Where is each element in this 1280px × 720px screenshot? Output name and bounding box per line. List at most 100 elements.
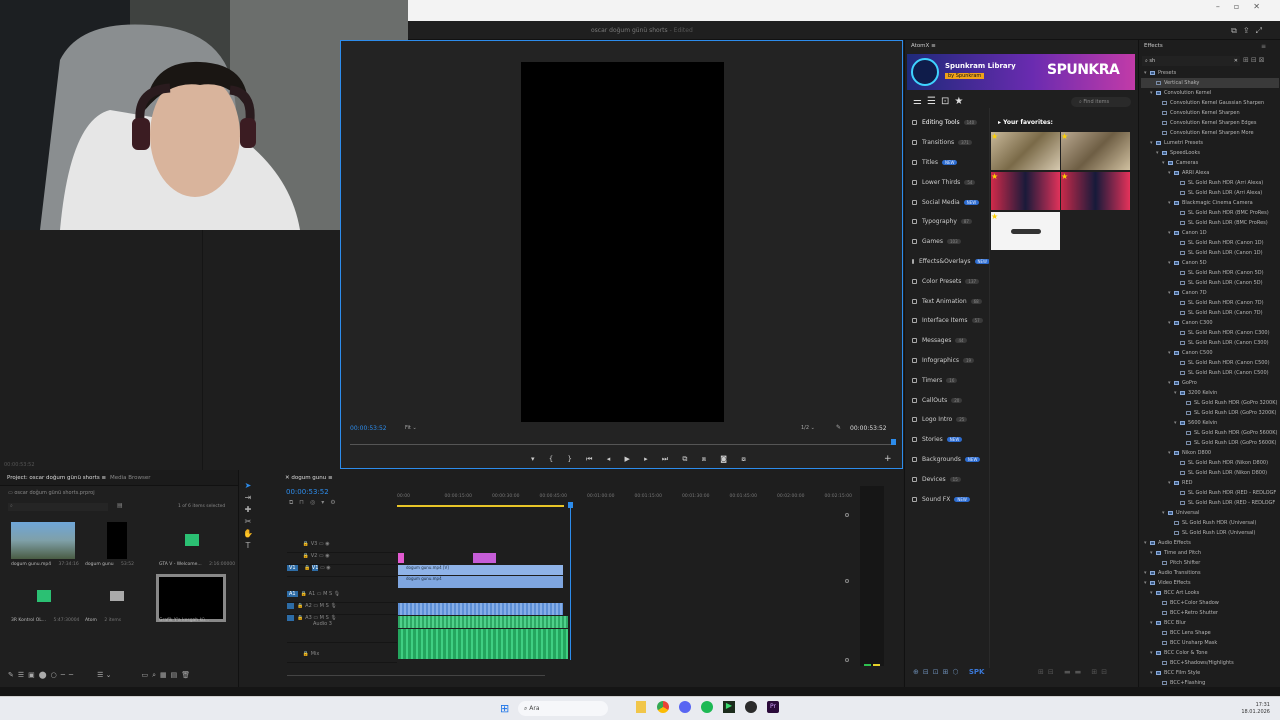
horizontal-scrollbar[interactable] [287,675,545,676]
track-v3[interactable]: 🔒 V3 ▭ ◉ [287,541,397,553]
effect-item[interactable]: SL Gold Rush HDR (Canon 7D) [1141,298,1279,308]
spotify-icon[interactable] [701,701,713,713]
marker-icon[interactable]: ▾ [531,455,537,463]
effect-item[interactable]: BCC+Flashing [1141,678,1279,687]
graphic-clip[interactable] [398,553,404,563]
video-clip-v2[interactable]: dogum gunu.mp4 [V] [398,565,563,575]
ripple-tool-icon[interactable]: ✚ [241,504,255,516]
sequence-tab[interactable]: ✕ dogum gunu ≡ [285,475,333,481]
effects-folder[interactable]: ▾ GoPro [1141,378,1279,388]
track-v1[interactable]: V1 🔒 V1 ▭ ◉ [287,565,397,577]
track-a1[interactable]: A1 🔒 A1 ▭ M S 🎙 [287,591,397,603]
effect-item[interactable]: Convolution Kernel Sharpen [1141,108,1279,118]
category-item[interactable]: Stories NEW [905,430,985,450]
category-item[interactable]: Infographics 19 [905,351,985,371]
atomx-footer-right-icons[interactable]: ⊞⊟ ▬▬ ⊞⊟ [1038,668,1111,676]
track-select-icon[interactable]: ⇥ [241,492,255,504]
effect-item[interactable]: Pitch Shifter [1141,558,1279,568]
atomx-tab[interactable]: AtomX ≡ [911,43,936,49]
effect-item[interactable]: BCC+Color Shadow [1141,598,1279,608]
effect-item[interactable]: SL Gold Rush LDR (Canon 5D) [1141,278,1279,288]
effects-filter-icons[interactable]: ⊞⊟⊠ [1243,56,1267,64]
category-item[interactable]: Sound FX NEW [905,489,985,509]
timeline-tool-icons[interactable]: ⧉⊓◎▾⚙ [289,499,342,507]
category-item[interactable]: Interface Items 57 [905,311,985,331]
resolution-dropdown[interactable]: 1/2 ⌄ [801,425,815,431]
category-item[interactable]: Social Media NEW [905,192,985,212]
project-item-thumbnail[interactable] [11,522,75,559]
track-v2[interactable]: 🔒 V2 ▭ ◉ [287,553,397,565]
program-timecode[interactable]: 00:00:53:52 [350,425,387,432]
effect-item[interactable]: BCC Unsharp Mask [1141,638,1279,648]
effect-item[interactable]: SL Gold Rush LDR (Canon 7D) [1141,308,1279,318]
effect-item[interactable]: SL Gold Rush LDR (Arri Alexa) [1141,188,1279,198]
hand-tool-icon[interactable]: ✋ [241,528,255,540]
category-item[interactable]: Titles NEW [905,153,985,173]
add-button-icon[interactable]: + [884,454,892,464]
effects-folder[interactable]: ▾ Blackmagic Cinema Camera [1141,198,1279,208]
window-controls[interactable]: –▫✕ [1216,2,1274,11]
project-tab[interactable]: Project: oscar doğum günü shorts ≡ [7,475,106,481]
favorite-item[interactable]: ★ [991,212,1060,250]
effects-folder[interactable]: ▾ BCC Color & Tone [1141,648,1279,658]
import-icon[interactable]: ⊡ [941,96,954,107]
effects-folder[interactable]: ▾ Convolution Kernel [1141,88,1279,98]
media-browser-tab[interactable]: Media Browser [110,475,151,481]
project-item-thumbnail[interactable] [85,578,149,615]
effect-item[interactable]: SL Gold Rush LDR (Canon C300) [1141,338,1279,348]
project-item-thumbnail[interactable] [85,522,149,559]
atomx-toolbar[interactable]: ⚌☰⊡★ [913,96,968,107]
audio-clip-a2[interactable] [398,616,568,628]
panel-menu-icon[interactable]: ≡ [1261,43,1266,50]
effect-item[interactable]: BCC+Retro Shutter [1141,608,1279,618]
new-bin-icon[interactable]: ▤ [117,502,123,509]
effects-folder[interactable]: ▾ ARRI Alexa [1141,168,1279,178]
mix-track[interactable]: 🔒 Mix [287,651,397,663]
effect-item[interactable]: SL Gold Rush LDR (GoPro 3200K) [1141,408,1279,418]
effects-folder[interactable]: ▾ BCC Art Looks [1141,588,1279,598]
effect-item[interactable]: SL Gold Rush LDR (Nikon D800) [1141,468,1279,478]
mark-out-icon[interactable]: } [567,455,573,463]
track-a2[interactable]: 🔒 A2 ▭ M S 🎙 [287,603,397,615]
effect-item[interactable]: BCC Lens Shape [1141,628,1279,638]
effect-item[interactable]: SL Gold Rush LDR (GoPro 5600K) [1141,438,1279,448]
playhead-marker[interactable] [891,439,896,445]
premiere-icon[interactable]: Pr [767,701,779,713]
category-item[interactable]: Typography 87 [905,212,985,232]
wrench-icon[interactable]: ✎ [836,424,841,431]
project-search-input[interactable]: ⌕ [8,503,108,511]
effects-folder[interactable]: ▾ Lumetri Presets [1141,138,1279,148]
list-icon[interactable]: ☰ [927,96,941,107]
video-frame[interactable] [521,62,724,422]
favorite-item[interactable]: ★ [1061,132,1130,170]
effect-item[interactable]: SL Gold Rush HDR (Canon 5D) [1141,268,1279,278]
effects-search-input[interactable]: ⌕ sh ✕ [1142,56,1240,66]
audio-clip-a3[interactable] [398,629,568,659]
razor-tool-icon[interactable]: ✂ [241,516,255,528]
effects-folder[interactable]: ▾ 3200 Kelvin [1141,388,1279,398]
go-to-in-icon[interactable]: ⏮ [586,455,594,464]
camera-icon[interactable]: ◙ [720,455,729,463]
video-clip-v1[interactable]: dogum gunu.mp4 [398,576,563,588]
effect-item[interactable]: SL Gold Rush HDR (Nikon D800) [1141,458,1279,468]
timeline-timecode[interactable]: 00:00:53:52 [286,488,329,496]
type-tool-icon[interactable]: T [241,540,255,552]
category-item[interactable]: CallOuts 20 [905,390,985,410]
effect-item[interactable]: SL Gold Rush HDR (BMC ProRes) [1141,208,1279,218]
compare-icon[interactable]: ⧇ [741,455,747,464]
effects-folder[interactable]: ▾ Cameras [1141,158,1279,168]
favorite-item[interactable]: ★ [991,132,1060,170]
start-icon[interactable]: ⊞ [500,702,509,715]
clock[interactable]: 17:31 18.01.2026 [1241,702,1270,716]
effect-item[interactable]: SL Gold Rush LDR (Canon 1D) [1141,248,1279,258]
effect-item[interactable]: SL Gold Rush LDR (Universal) [1141,528,1279,538]
step-forward-icon[interactable]: ▸ [644,455,650,463]
effect-item[interactable]: SL Gold Rush HDR (Universal) [1141,518,1279,528]
effects-tab[interactable]: Effects [1144,43,1163,49]
transport-controls[interactable]: ▾ { } ⏮ ◂ ▶ ▸ ⏭ ⧉ ⧈ ◙ ⧇ [527,455,752,464]
effects-folder[interactable]: ▾ Canon 1D [1141,228,1279,238]
effect-item[interactable]: SL Gold Rush HDR (Canon C500) [1141,358,1279,368]
audio-clip-a1[interactable] [398,603,563,615]
effects-folder[interactable]: ▾ Universal [1141,508,1279,518]
taskbar-search[interactable]: ⌕ Ara [518,701,608,716]
